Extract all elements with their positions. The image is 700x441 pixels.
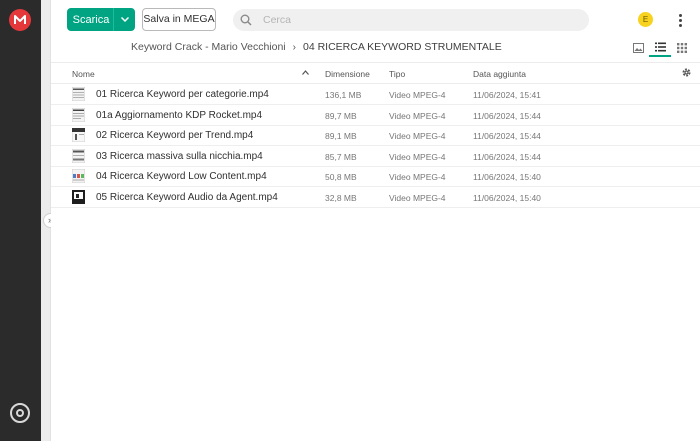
column-header-size[interactable]: Dimensione xyxy=(325,69,370,79)
file-size: 136,1 MB xyxy=(325,90,362,100)
avatar[interactable]: E xyxy=(638,12,653,27)
chevron-right-icon: › xyxy=(292,41,296,53)
video-thumbnail-icon xyxy=(71,86,86,102)
table-header: Nome Dimensione Tipo Data aggiunta xyxy=(51,62,700,84)
file-name: 01 Ricerca Keyword per categorie.mp4 xyxy=(96,89,269,100)
file-type: Video MPEG-4 xyxy=(389,172,446,182)
main-panel: Scarica Salva in MEGA E Keyword Crack - … xyxy=(51,0,700,441)
search-bar[interactable] xyxy=(233,9,589,31)
file-name: 03 Ricerca massiva sulla nicchia.mp4 xyxy=(96,150,263,162)
video-thumbnail-icon xyxy=(71,127,86,143)
video-thumbnail-icon xyxy=(71,168,86,184)
file-type: Video MPEG-4 xyxy=(389,192,446,203)
search-input[interactable] xyxy=(259,14,559,26)
table-row[interactable]: 03 Ricerca massiva sulla nicchia.mp4 85,… xyxy=(51,146,700,167)
file-size: 89,1 MB xyxy=(325,131,357,141)
table-row[interactable]: 04 Ricerca Keyword Low Content.mp4 50,8 … xyxy=(51,166,700,187)
sync-icon[interactable] xyxy=(10,403,30,423)
table-row[interactable]: 01 Ricerca Keyword per categorie.mp4 136… xyxy=(51,84,700,105)
column-header-name[interactable]: Nome xyxy=(72,69,95,79)
grid-view-icon[interactable] xyxy=(671,39,693,57)
file-type: Video MPEG-4 xyxy=(389,131,446,141)
file-name: 02 Ricerca Keyword per Trend.mp4 xyxy=(96,130,254,141)
gear-icon[interactable] xyxy=(681,67,692,80)
thumbnail-view-icon[interactable] xyxy=(627,39,649,57)
list-view-icon[interactable] xyxy=(649,39,671,57)
file-date: 11/06/2024, 15:44 xyxy=(473,110,541,121)
video-thumbnail-icon xyxy=(71,148,86,163)
file-date: 11/06/2024, 15:44 xyxy=(473,151,541,162)
file-size: 32,8 MB xyxy=(325,192,357,203)
table-row[interactable]: 01a Aggiornamento KDP Rocket.mp4 89,7 MB… xyxy=(51,105,700,126)
breadcrumb: Keyword Crack - Mario Vecchioni › 04 RIC… xyxy=(131,41,502,53)
file-size: 89,7 MB xyxy=(325,110,357,121)
sort-ascending-icon[interactable] xyxy=(302,68,309,77)
breadcrumb-current: 04 RICERCA KEYWORD STRUMENTALE xyxy=(302,41,502,53)
more-options-icon[interactable] xyxy=(675,10,685,30)
file-name: 05 Ricerca Keyword Audio da Agent.mp4 xyxy=(96,191,278,203)
table-row[interactable]: 05 Ricerca Keyword Audio da Agent.mp4 32… xyxy=(51,187,700,208)
file-date: 11/06/2024, 15:41 xyxy=(473,90,541,100)
file-type: Video MPEG-4 xyxy=(389,151,446,162)
file-date: 11/06/2024, 15:40 xyxy=(473,172,541,182)
video-thumbnail-icon xyxy=(71,107,86,122)
view-switcher xyxy=(627,39,693,57)
column-header-type[interactable]: Tipo xyxy=(389,69,405,79)
breadcrumb-parent[interactable]: Keyword Crack - Mario Vecchioni xyxy=(131,41,286,53)
file-size: 85,7 MB xyxy=(325,151,357,162)
left-rail xyxy=(0,0,41,441)
file-size: 50,8 MB xyxy=(325,172,357,182)
file-type: Video MPEG-4 xyxy=(389,110,446,121)
file-date: 11/06/2024, 15:44 xyxy=(473,131,541,141)
download-button[interactable]: Scarica xyxy=(67,8,135,31)
video-thumbnail-icon xyxy=(72,189,85,204)
chevron-down-icon[interactable] xyxy=(113,8,135,31)
file-type: Video MPEG-4 xyxy=(389,90,446,100)
mega-logo-icon[interactable] xyxy=(9,9,31,31)
file-name: 04 Ricerca Keyword Low Content.mp4 xyxy=(96,171,267,182)
save-to-mega-button[interactable]: Salva in MEGA xyxy=(142,8,216,31)
file-name: 01a Aggiornamento KDP Rocket.mp4 xyxy=(96,109,263,121)
file-date: 11/06/2024, 15:40 xyxy=(473,192,541,203)
download-label: Scarica xyxy=(72,13,110,26)
column-header-date[interactable]: Data aggiunta xyxy=(473,69,526,79)
search-icon xyxy=(233,14,259,26)
table-row[interactable]: 02 Ricerca Keyword per Trend.mp4 89,1 MB… xyxy=(51,125,700,146)
